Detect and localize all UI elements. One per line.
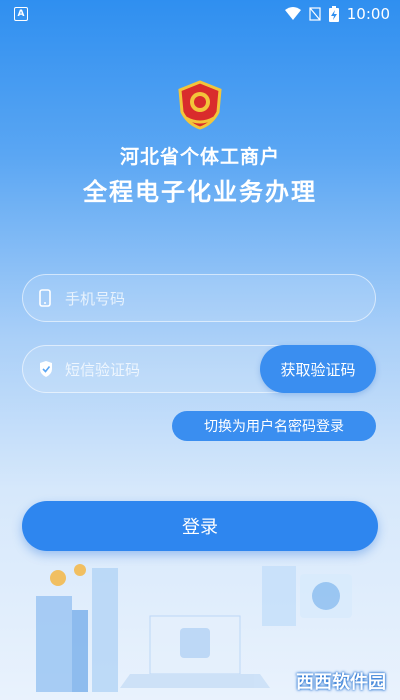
emblem-icon [178, 80, 222, 130]
sms-code-input[interactable] [63, 346, 277, 394]
shield-check-icon [40, 361, 52, 377]
phone-icon [39, 289, 51, 307]
title-line1: 河北省个体工商户 [119, 146, 280, 168]
status-time: 10:00 [346, 5, 390, 23]
signal-off-icon [309, 7, 321, 21]
battery-charging-icon [328, 6, 339, 22]
phone-field[interactable] [22, 274, 376, 323]
title-line2: 全程电子化业务办理 [83, 178, 317, 206]
wifi-icon [284, 7, 301, 20]
phone-input[interactable] [63, 275, 277, 323]
watermark-logo: 西西软件园 [296, 672, 386, 693]
switch-login-mode-button[interactable]: 切换为用户名密码登录 [172, 411, 376, 441]
login-button[interactable]: 登录 [22, 501, 378, 551]
status-bar: A 10:00 [0, 0, 400, 28]
sms-code-field[interactable]: 获取验证码 [22, 345, 376, 394]
notification-a-icon: A [14, 7, 28, 21]
get-code-button[interactable]: 获取验证码 [260, 345, 376, 393]
